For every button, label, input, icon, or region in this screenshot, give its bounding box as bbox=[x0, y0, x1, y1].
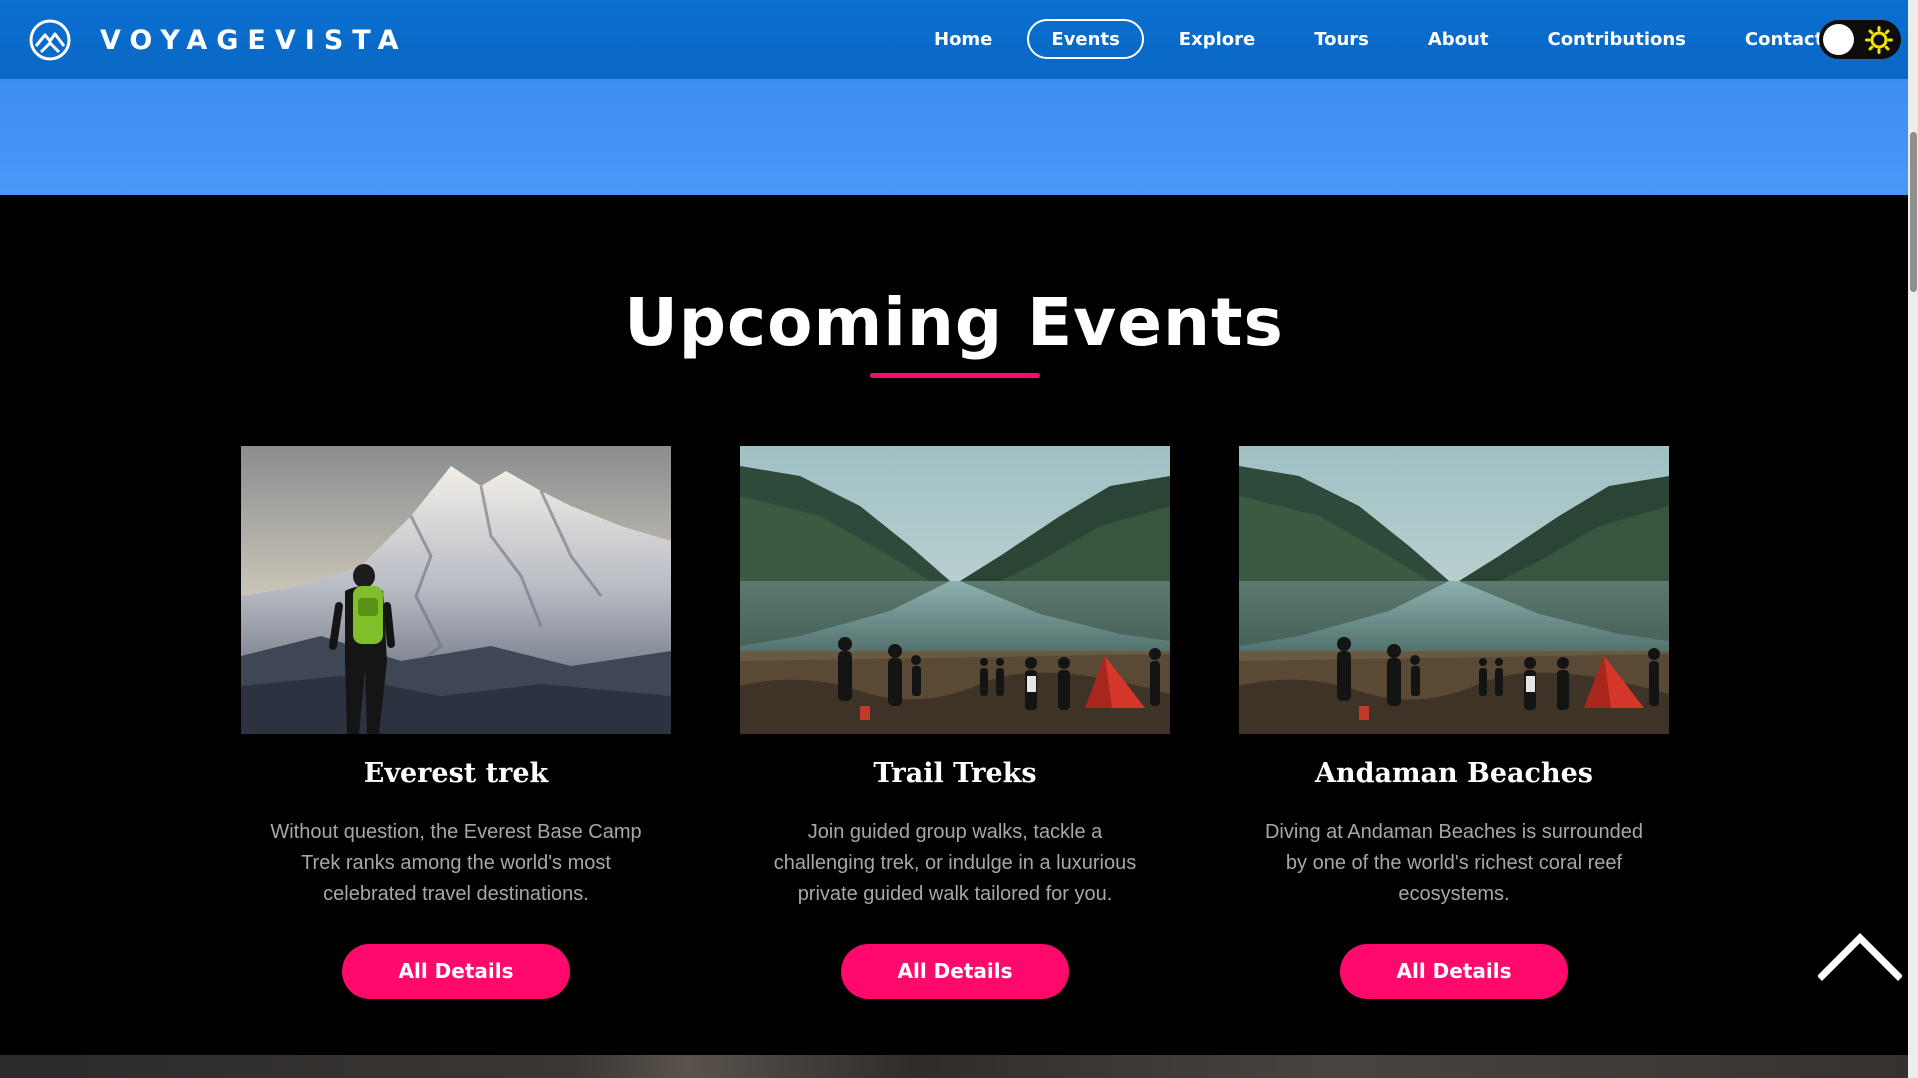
card-description: Without question, the Everest Base Camp … bbox=[270, 821, 642, 905]
card-title: Everest trek bbox=[363, 758, 549, 789]
all-details-button[interactable]: All Details bbox=[342, 944, 570, 999]
card-description: Join guided group walks, tackle a challe… bbox=[773, 821, 1137, 905]
nav-link-about[interactable]: About bbox=[1404, 19, 1513, 59]
event-card-trail-treks: Trail Treks Join guided group walks, tac… bbox=[740, 446, 1170, 1006]
chevron-up-icon[interactable] bbox=[1818, 930, 1902, 982]
nav-link-home[interactable]: Home bbox=[910, 19, 1016, 59]
all-details-button[interactable]: All Details bbox=[841, 944, 1069, 999]
navbar: VOYAGEVISTA Home Events Explore Tours Ab… bbox=[0, 0, 1908, 79]
brand-name: VOYAGEVISTA bbox=[100, 24, 408, 56]
nav-link-contributions[interactable]: Contributions bbox=[1523, 19, 1709, 59]
card-title: Andaman Beaches bbox=[1315, 758, 1593, 789]
hiker-mountain-image bbox=[241, 446, 671, 734]
sun-icon bbox=[1865, 26, 1893, 54]
lake-camp-image bbox=[740, 446, 1170, 734]
toggle-knob bbox=[1823, 24, 1854, 55]
event-card-andaman-beaches: Andaman Beaches Diving at Andaman Beache… bbox=[1239, 446, 1669, 1006]
next-section-preview bbox=[0, 1055, 1908, 1078]
card-description: Diving at Andaman Beaches is surrounded … bbox=[1264, 821, 1643, 905]
section-title: Upcoming Events bbox=[624, 284, 1284, 361]
event-card-everest: Everest trek Without question, the Evere… bbox=[241, 446, 671, 1006]
theme-toggle[interactable] bbox=[1819, 20, 1901, 59]
all-details-button[interactable]: All Details bbox=[1340, 944, 1568, 999]
main-nav: Home Events Explore Tours About Contribu… bbox=[910, 19, 1858, 59]
brand[interactable]: VOYAGEVISTA bbox=[28, 18, 408, 62]
card-title: Trail Treks bbox=[873, 758, 1037, 789]
scrollbar-thumb[interactable] bbox=[1910, 132, 1917, 292]
hero-banner bbox=[0, 79, 1908, 195]
title-underline bbox=[870, 373, 1040, 378]
nav-link-tours[interactable]: Tours bbox=[1290, 19, 1393, 59]
lake-camp-image bbox=[1239, 446, 1669, 734]
mountain-logo-icon bbox=[29, 19, 71, 61]
nav-link-explore[interactable]: Explore bbox=[1155, 19, 1279, 59]
nav-link-events[interactable]: Events bbox=[1027, 19, 1144, 59]
